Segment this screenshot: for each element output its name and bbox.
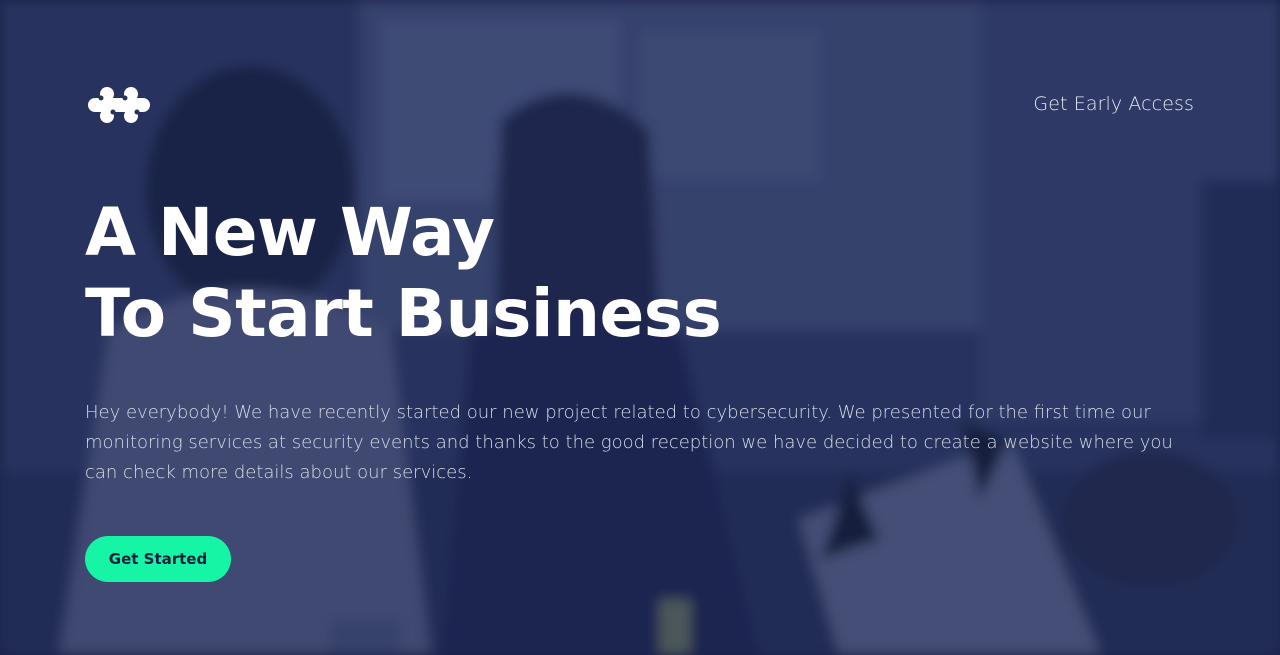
get-early-access-link[interactable]: Get Early Access	[1033, 93, 1194, 115]
hero-headline: A New Way To Start Business	[85, 192, 722, 354]
get-started-button[interactable]: Get Started	[85, 536, 231, 582]
molecule-logo-icon[interactable]	[86, 84, 152, 126]
headline-line-2: To Start Business	[85, 275, 722, 352]
headline-line-1: A New Way	[85, 194, 495, 271]
hero-description: Hey everybody! We have recently started …	[85, 402, 1173, 483]
hero-section: Get Early Access A New Way To Start Busi…	[0, 0, 1280, 655]
